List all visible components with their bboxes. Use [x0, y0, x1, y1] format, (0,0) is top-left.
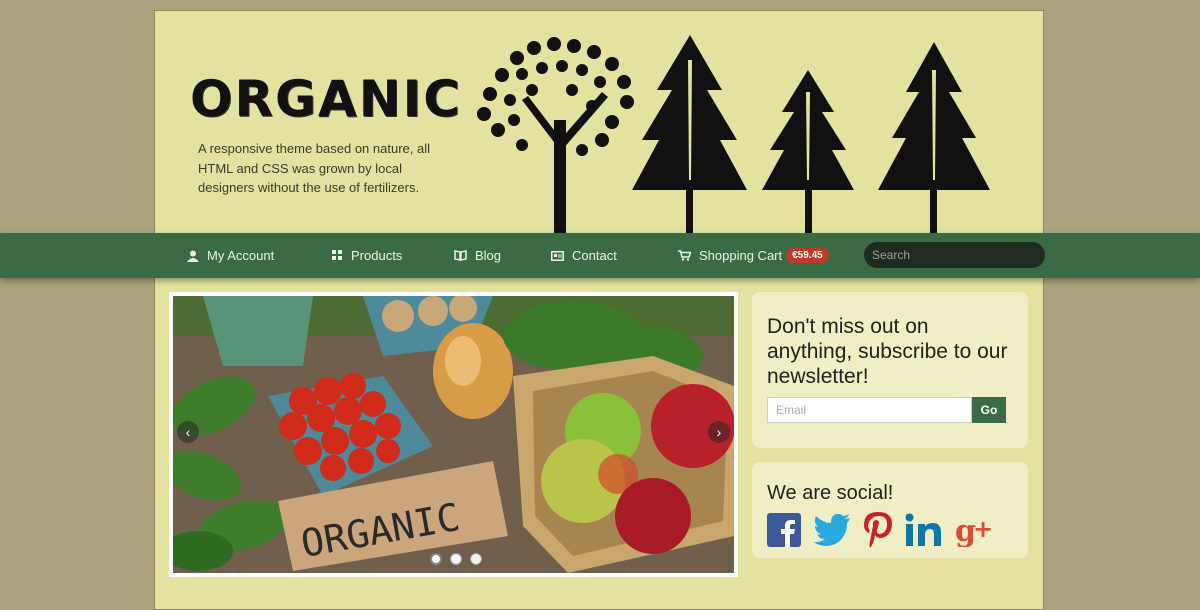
nav-blog[interactable]: Blog: [454, 233, 501, 278]
nav-shopping-cart[interactable]: Shopping Cart €59.45: [678, 233, 829, 278]
produce-photo: ORGANIC: [173, 296, 734, 573]
image-slider: ORGANIC ‹ ›: [169, 292, 738, 577]
nav-label: Shopping Cart: [699, 248, 783, 263]
google-plus-icon[interactable]: g +: [955, 513, 993, 547]
grid-icon: [332, 250, 342, 260]
social-heading: We are social!: [767, 482, 894, 504]
newsletter-heading: Don't miss out on anything, subscribe to…: [767, 315, 1008, 388]
email-field[interactable]: [767, 397, 972, 423]
book-icon: [454, 250, 467, 261]
nav-label: Products: [351, 248, 403, 263]
slider-next-button[interactable]: ›: [708, 421, 730, 443]
twitter-icon[interactable]: [813, 514, 851, 546]
newsletter-form: Go: [767, 397, 1013, 423]
newsletter-box: Don't miss out on anything, subscribe to…: [752, 292, 1028, 448]
nav-label: Contact: [572, 248, 617, 263]
nav-my-account[interactable]: My Account: [187, 233, 274, 278]
slider-prev-button[interactable]: ‹: [177, 421, 199, 443]
pinterest-icon[interactable]: [863, 511, 893, 549]
nav-label: My Account: [207, 248, 275, 263]
site-tagline: A responsive theme based on nature, all …: [198, 141, 430, 195]
slider-pagination: [430, 553, 482, 565]
svg-text:+: +: [973, 515, 993, 543]
nav-products[interactable]: Products: [332, 233, 402, 278]
slider-dot-2[interactable]: [450, 553, 462, 565]
subscribe-button[interactable]: Go: [972, 397, 1006, 423]
trees-illustration: [477, 35, 990, 235]
facebook-icon[interactable]: [767, 513, 801, 547]
slider-photo: ORGANIC ‹ ›: [173, 296, 734, 573]
card-icon: [551, 250, 564, 261]
slider-dot-1[interactable]: [430, 553, 442, 565]
slider-dot-3[interactable]: [470, 553, 482, 565]
nav-contact[interactable]: Contact: [551, 233, 617, 278]
cart-icon: [678, 250, 691, 261]
social-icons: g +: [767, 511, 1013, 549]
site-logo[interactable]: ORGANIC: [190, 70, 462, 128]
search-input[interactable]: [864, 242, 1045, 268]
user-icon: [187, 250, 199, 262]
linkedin-icon[interactable]: [905, 513, 943, 547]
cart-total-badge: €59.45: [786, 248, 829, 263]
nav-label: Blog: [475, 248, 502, 263]
social-box: We are social! g +: [752, 462, 1028, 558]
